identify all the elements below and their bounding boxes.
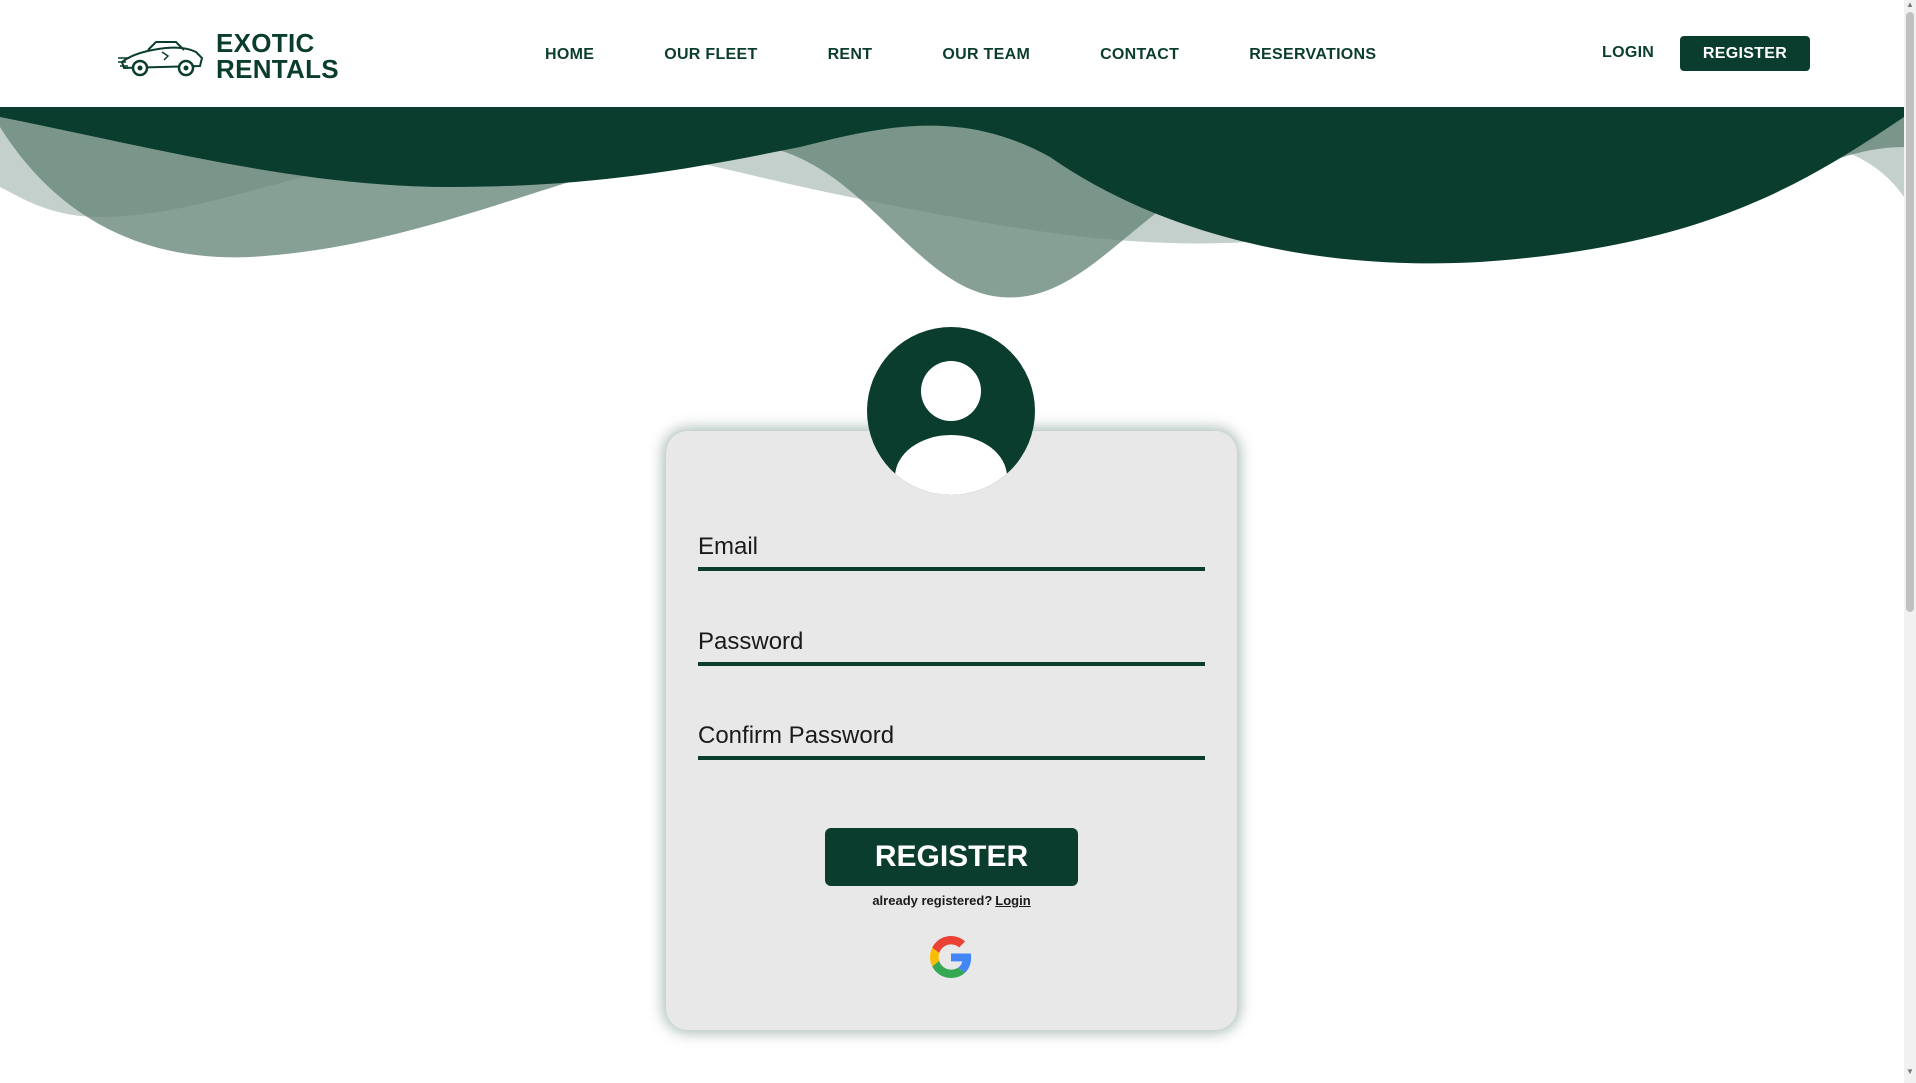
brand-name-line2: RENTALS — [216, 54, 339, 84]
scroll-up-icon[interactable]: ▲ — [1906, 1, 1914, 9]
avatar-body-shape — [895, 435, 1007, 495]
brand-logo[interactable]: EXOTIC RENTALS — [118, 28, 339, 84]
register-submit-button[interactable]: REGISTER — [825, 828, 1078, 886]
already-registered-text: already registered? — [872, 893, 993, 908]
brand-name-line1: EXOTIC — [216, 28, 315, 58]
navbar: EXOTIC RENTALS HOME OUR FLEET RENT OUR T… — [0, 0, 1904, 107]
nav-login-link[interactable]: LOGIN — [1602, 44, 1654, 62]
already-registered-note: already registered? Login — [666, 893, 1237, 908]
password-field — [698, 622, 1205, 666]
email-field — [698, 527, 1205, 571]
sports-car-logo-icon — [118, 41, 204, 77]
brand-name: EXOTIC RENTALS — [216, 30, 339, 82]
scroll-thumb[interactable] — [1906, 12, 1914, 612]
login-link[interactable]: Login — [995, 893, 1030, 908]
avatar-head-shape — [921, 361, 981, 421]
nav-link-contact[interactable]: CONTACT — [1100, 46, 1179, 64]
register-page: EXOTIC RENTALS HOME OUR FLEET RENT OUR T… — [0, 0, 1916, 1083]
confirm-password-field — [698, 716, 1205, 760]
password-input[interactable] — [698, 622, 1205, 662]
decorative-waves — [0, 107, 1904, 298]
nav-register-button[interactable]: REGISTER — [1680, 36, 1810, 71]
nav-link-home[interactable]: HOME — [545, 46, 594, 64]
main-nav: HOME OUR FLEET RENT OUR TEAM CONTACT RES… — [545, 46, 1446, 64]
nav-link-our-team[interactable]: OUR TEAM — [942, 46, 1030, 64]
page-scrollbar[interactable]: ▲ ▼ — [1904, 0, 1916, 1083]
nav-link-rent[interactable]: RENT — [828, 46, 873, 64]
google-icon[interactable] — [930, 936, 972, 978]
scroll-down-icon[interactable]: ▼ — [1906, 1068, 1914, 1076]
register-card: REGISTER already registered?Login — [666, 431, 1237, 1030]
nav-link-reservations[interactable]: RESERVATIONS — [1249, 46, 1376, 64]
nav-link-our-fleet[interactable]: OUR FLEET — [664, 46, 757, 64]
user-avatar-icon — [867, 327, 1035, 495]
email-input[interactable] — [698, 527, 1205, 567]
confirm-password-input[interactable] — [698, 716, 1205, 756]
